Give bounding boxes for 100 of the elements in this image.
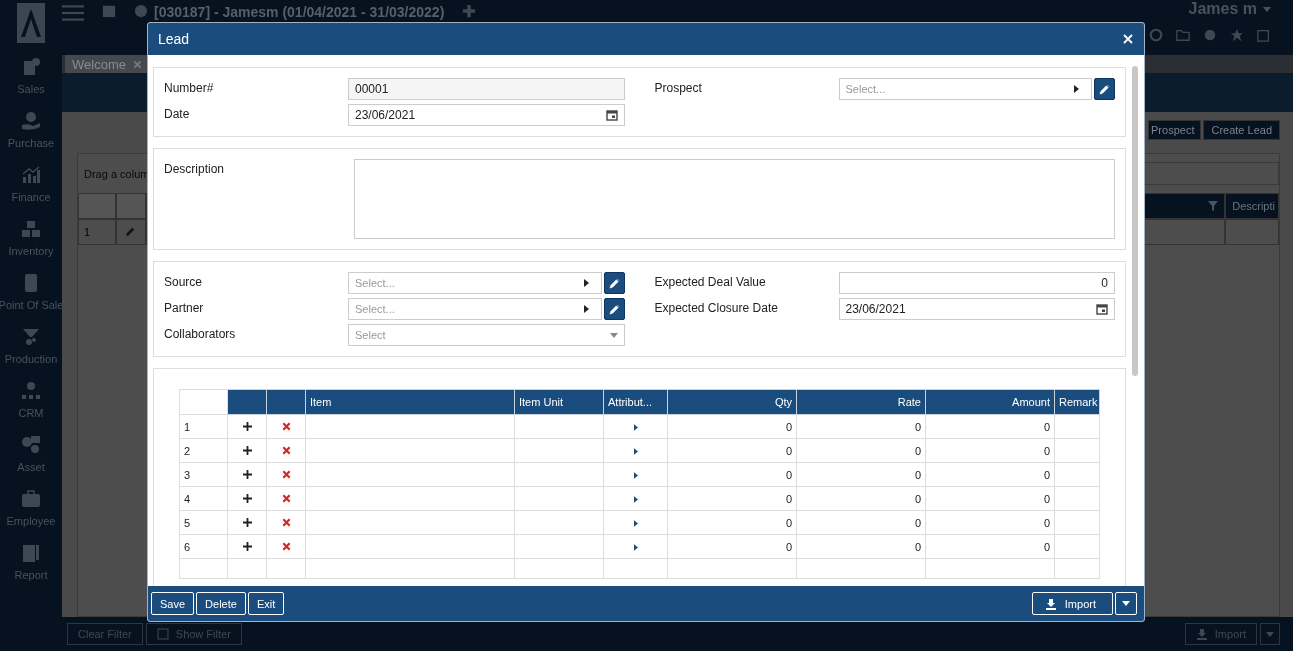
readonly-field: 00001 [348, 78, 625, 100]
sidebar-item[interactable]: Finance [11, 191, 51, 203]
logo-icon [17, 3, 45, 43]
caret-icon [583, 279, 589, 287]
add-row-icon[interactable] [242, 517, 252, 527]
delete-row-icon[interactable] [281, 421, 291, 431]
company-title[interactable]: [030187] - Jamesm (01/04/2021 - 31/03/2022) [154, 4, 445, 20]
edit-button[interactable] [1094, 78, 1115, 100]
delete-row-icon[interactable] [281, 517, 291, 527]
import-button[interactable]: Import [1031, 592, 1113, 615]
table-cell: 0 [785, 468, 792, 481]
star-icon[interactable] [1230, 28, 1244, 42]
sidebar-item[interactable]: Purchase [7, 137, 55, 149]
sidebar-item[interactable]: Report [14, 569, 48, 581]
sidebar-item[interactable]: Inventory [8, 245, 54, 257]
table-cell: 0 [785, 492, 792, 505]
table-cell: 1 [78, 219, 116, 245]
sidebar-item[interactable]: CRM [18, 407, 44, 419]
filter-icon[interactable] [1207, 200, 1219, 212]
field-label: Prospect [654, 80, 703, 95]
download-icon [1195, 628, 1208, 640]
dialog-title: Lead [158, 31, 190, 47]
add-row-icon[interactable] [242, 421, 252, 431]
delete-row-icon[interactable] [281, 493, 291, 503]
sidebar-item[interactable]: Sales [17, 83, 45, 95]
footer-button[interactable]: Exit [247, 592, 285, 615]
table-cell: 0 [1043, 540, 1050, 553]
date-field[interactable]: 23/06/2021 [348, 104, 625, 126]
select-field[interactable]: Select... [348, 298, 602, 320]
caret-icon[interactable] [633, 471, 638, 479]
caret-icon[interactable] [633, 447, 638, 455]
delete-row-icon[interactable] [281, 541, 291, 551]
table-cell: 0 [1043, 444, 1050, 457]
edit-button[interactable] [603, 298, 625, 320]
toolbar-button[interactable]: Prospect [1148, 120, 1202, 140]
filter-field[interactable] [1142, 162, 1279, 185]
caret-icon [1074, 85, 1079, 93]
scrollbar-thumb[interactable] [1132, 66, 1138, 376]
table-cell: 0 [914, 444, 921, 457]
column-header[interactable]: Qty [667, 389, 797, 415]
table-header-cell [266, 389, 306, 415]
column-header[interactable]: Amount [925, 389, 1055, 415]
caret-icon[interactable] [633, 519, 638, 527]
caret-icon [583, 305, 589, 313]
delete-row-icon[interactable] [281, 469, 291, 479]
column-header[interactable]: Descripti [1225, 193, 1279, 219]
caret-icon [609, 332, 618, 338]
caret-icon [1266, 631, 1274, 637]
table-header-cell [227, 389, 267, 415]
date-field[interactable]: 23/06/2021 [838, 298, 1115, 320]
delete-row-icon[interactable] [281, 445, 291, 455]
footer-button[interactable]: Save [151, 592, 195, 615]
field-label: Number# [164, 80, 215, 95]
description-field[interactable] [354, 159, 1115, 239]
table-cell: 0 [785, 540, 792, 553]
select-field[interactable]: Select... [348, 272, 602, 294]
field-label: Collaborators [164, 326, 237, 341]
sidebar-item[interactable]: Production [4, 353, 58, 365]
footer-button[interactable]: Delete [196, 592, 246, 615]
dropdown-field[interactable]: Select [348, 324, 625, 346]
table-cell: 0 [1043, 468, 1050, 481]
caret-icon [1122, 601, 1130, 606]
sidebar-item[interactable]: Point Of Sale [0, 299, 64, 311]
column-header[interactable]: Item Unit [514, 389, 604, 415]
field-label: Description [164, 161, 226, 176]
field-label: Expected Closure Date [654, 300, 779, 315]
caret-icon[interactable] [633, 543, 638, 551]
column-header[interactable]: Item [305, 389, 515, 415]
add-row-icon[interactable] [242, 445, 252, 455]
add-row-icon[interactable] [242, 469, 252, 479]
table-cell: 0 [1043, 420, 1050, 433]
sidebar-item[interactable]: Asset [17, 461, 45, 473]
pencil-icon [608, 303, 620, 315]
pencil-icon [608, 277, 620, 289]
row-number: 5 [179, 510, 228, 535]
add-row-icon[interactable] [242, 493, 252, 503]
user-menu[interactable]: James m [1188, 0, 1257, 18]
row-number: 3 [179, 462, 228, 487]
field-label: Source [164, 274, 204, 289]
toolbar-button[interactable]: Create Lead [1203, 120, 1280, 140]
caret-icon[interactable] [633, 423, 638, 431]
table-header-cell [179, 389, 228, 415]
column-header[interactable]: Rate [796, 389, 926, 415]
number-field[interactable]: 0 [838, 272, 1115, 294]
table-cell: 0 [914, 516, 921, 529]
tab[interactable]: Welcome [65, 55, 149, 73]
table-cell: 0 [914, 420, 921, 433]
column-header[interactable]: Attribut... [603, 389, 668, 415]
field-label: Date [164, 106, 191, 121]
pencil-icon [1099, 83, 1110, 95]
column-header[interactable]: Remark [1054, 389, 1100, 415]
sidebar-item[interactable]: Employee [6, 515, 56, 527]
select-field[interactable]: Select... [838, 78, 1092, 100]
download-icon [1044, 597, 1057, 610]
edit-button[interactable] [603, 272, 625, 294]
table-cell: 0 [1043, 516, 1050, 529]
caret-icon[interactable] [633, 495, 638, 503]
table-cell: 0 [1043, 492, 1050, 505]
add-row-icon[interactable] [242, 541, 252, 551]
row-number: 2 [179, 438, 228, 463]
